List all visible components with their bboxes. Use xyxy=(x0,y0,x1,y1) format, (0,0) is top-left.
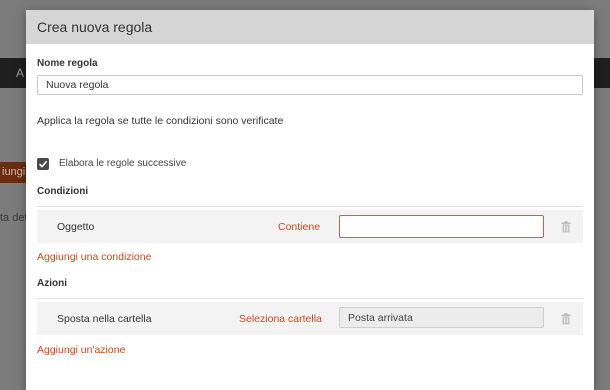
background-side-text: ta det xyxy=(0,212,28,224)
background-topbar-text: A xyxy=(16,66,25,80)
action-type[interactable]: Sposta nella cartella xyxy=(57,313,152,325)
conditions-divider xyxy=(37,206,583,207)
conditions-title: Condizioni xyxy=(37,186,89,197)
actions-title: Azioni xyxy=(37,278,67,289)
create-rule-dialog: Crea nuova regola Nome regola Applica la… xyxy=(26,10,594,390)
rule-name-input[interactable] xyxy=(37,75,583,95)
checkmark-icon xyxy=(38,160,48,168)
trash-icon[interactable] xyxy=(561,313,571,325)
background-add-button: iungi u xyxy=(0,162,28,183)
condition-field[interactable]: Oggetto xyxy=(57,221,94,233)
condition-row: Oggetto Contiene xyxy=(37,210,583,243)
apply-rule-text: Applica la regola se tutte le condizioni… xyxy=(37,115,284,127)
dialog-header: Crea nuova regola xyxy=(26,10,594,44)
condition-operator[interactable]: Contiene xyxy=(278,221,320,233)
process-next-label: Elabora le regole successive xyxy=(59,158,187,169)
add-condition-link[interactable]: Aggiungi una condizione xyxy=(37,251,151,263)
actions-divider xyxy=(37,298,583,299)
rule-name-label: Nome regola xyxy=(37,58,98,69)
add-action-link[interactable]: Aggiungi un'azione xyxy=(37,344,125,356)
condition-value-input[interactable] xyxy=(339,215,544,238)
action-row: Sposta nella cartella Seleziona cartella… xyxy=(37,302,583,335)
dialog-title: Crea nuova regola xyxy=(37,19,153,35)
process-next-checkbox[interactable] xyxy=(37,158,49,170)
folder-field: Posta arrivata xyxy=(339,307,544,328)
select-folder-link[interactable]: Seleziona cartella xyxy=(239,313,322,325)
trash-icon[interactable] xyxy=(561,221,571,233)
